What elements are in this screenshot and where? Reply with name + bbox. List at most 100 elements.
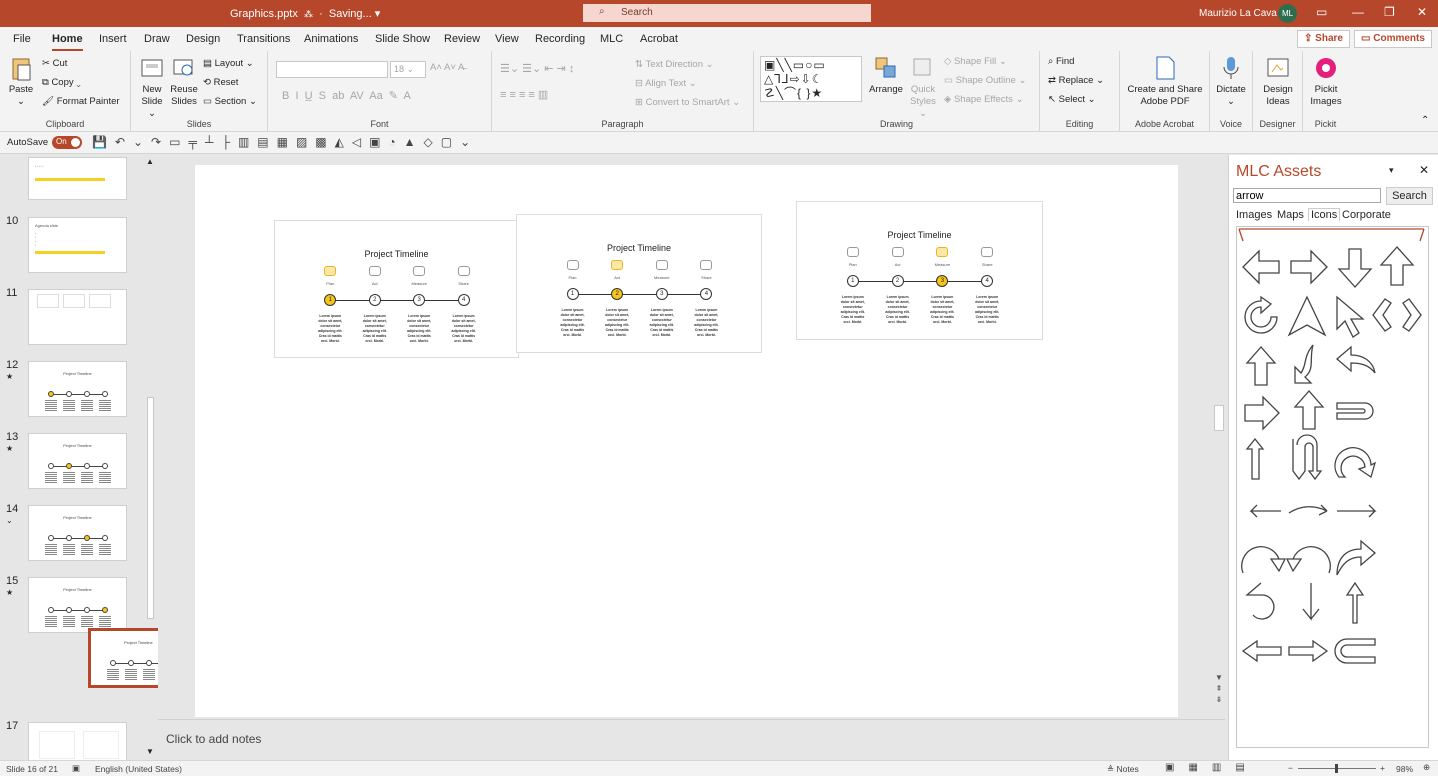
slide-thumbnail-13[interactable]: Project Timeline (28, 433, 127, 489)
layout-button[interactable]: ▤ Layout ⌄ (203, 58, 254, 69)
zoom-level[interactable]: 98% (1396, 764, 1413, 774)
accessibility-icon[interactable]: ▣ (72, 763, 80, 774)
tab-maps[interactable]: Maps (1277, 209, 1304, 221)
list-buttons[interactable]: ☰⌄ ☰⌄ ⇤ ⇥ ↕ (500, 62, 574, 75)
slide-thumbnail-14[interactable]: Project Timeline (28, 505, 127, 561)
thumbnails-scrollbar[interactable]: ▲ ▼ (144, 157, 156, 759)
scroll-up-icon[interactable]: ▲ (146, 157, 154, 166)
section-button[interactable]: ▭ Section ⌄ (203, 96, 257, 107)
select-button[interactable]: ↖ Select ⌄ (1048, 94, 1096, 105)
notes-pane[interactable]: Click to add notes (158, 719, 1225, 760)
tab-home[interactable]: Home (52, 33, 83, 51)
editor-scroll-thumb[interactable] (1214, 405, 1224, 431)
slide-thumbnail-11[interactable] (28, 289, 127, 345)
tab-animations[interactable]: Animations (304, 33, 358, 45)
arrow-icon-set[interactable] (1237, 227, 1428, 747)
tab-corporate[interactable]: Corporate (1342, 209, 1391, 221)
timeline-card[interactable]: Project Timeline Plan 1 Lorem ipsum dolor si… (796, 201, 1043, 340)
notes-placeholder[interactable]: Click to add notes (166, 732, 261, 746)
align-text-button[interactable]: ⊟ Align Text ⌄ (635, 78, 697, 89)
language-status[interactable]: English (United States) (95, 764, 182, 774)
create-share-pdf-button[interactable]: Create and Share Adobe PDF (1124, 55, 1206, 108)
animation-star-icon: ★ (6, 372, 14, 381)
shape-outline-button[interactable]: ▭ Shape Outline ⌄ (944, 75, 1026, 86)
search-box[interactable]: ⌕ Search (583, 4, 871, 22)
slide-thumbnail-15[interactable]: Project Timeline (28, 577, 127, 633)
cut-button[interactable]: ✂ Cut (42, 58, 67, 69)
grow-font-button[interactable]: A˄ A˅ A̶ (430, 62, 464, 73)
timeline-card[interactable]: Project Timeline Plan 1 Lorem ipsum dolor si… (516, 214, 762, 353)
slide-thumbnail-12[interactable]: Project Timeline (28, 361, 127, 417)
format-painter-button[interactable]: 🖌 Format Painter (42, 96, 120, 107)
tab-file[interactable]: File (13, 33, 31, 45)
thumb-dot (102, 607, 108, 613)
tab-transitions[interactable]: Transitions (237, 33, 290, 45)
step-circle: 3 (936, 275, 949, 287)
view-buttons[interactable]: ▣▦▥▤ (1165, 762, 1259, 773)
timeline-card[interactable]: Project Timeline Plan 1 Lorem ipsum dolor si… (274, 220, 519, 358)
font-format-buttons[interactable]: B I U̲ S ab AV Aa ✎ A (282, 89, 411, 102)
collapse-ribbon-icon[interactable]: ⌃ (1421, 115, 1429, 126)
zoom-in-button[interactable]: + (1380, 763, 1385, 773)
tab-icons[interactable]: Icons (1308, 208, 1341, 221)
reset-button[interactable]: ⟲ Reset (203, 77, 238, 88)
copy-button[interactable]: ⧉ Copy ⌄ (42, 77, 81, 88)
pane-options-icon[interactable]: ▾ (1389, 165, 1394, 176)
text-direction-button[interactable]: ⇅ Text Direction ⌄ (635, 59, 714, 70)
assets-search-input[interactable] (1233, 188, 1381, 203)
slide-thumbnail-9[interactable]: • • • • • (28, 157, 127, 200)
pickit-images-button[interactable]: Pickit Images (1305, 55, 1347, 108)
arrange-button[interactable]: Arrange (868, 55, 904, 96)
tab-recording[interactable]: Recording (535, 33, 585, 45)
tab-design[interactable]: Design (186, 33, 220, 45)
step-body-text: Lorem ipsum dolor sit amet, consectetur adi… (840, 295, 865, 324)
restore-icon[interactable]: ❐ (1384, 5, 1395, 19)
new-slide-button[interactable]: New Slide ⌄ (137, 55, 167, 120)
qat-tools[interactable]: 💾↶⌄↷▭╤┴├▥▤▦▨▩◭◁▣◔▲◇▢⌄ (92, 135, 478, 149)
tab-acrobat[interactable]: Acrobat (640, 33, 678, 45)
tab-insert[interactable]: Insert (99, 33, 127, 45)
fit-slide-icon[interactable]: ⊕ (1423, 762, 1430, 773)
convert-smartart-button[interactable]: ⊞ Convert to SmartArt ⌄ (635, 97, 740, 108)
pane-close-icon[interactable]: ✕ (1419, 163, 1429, 177)
paste-button[interactable]: Paste ⌄ (4, 55, 38, 108)
avatar[interactable]: ML (1278, 4, 1297, 23)
timeline-line (330, 300, 464, 301)
slide-thumbnail-17[interactable] (28, 722, 127, 760)
close-icon[interactable]: ✕ (1417, 5, 1427, 19)
tab-slide-show[interactable]: Slide Show (375, 33, 430, 45)
slide-thumbnail-10[interactable]: Agenda slide • • • • (28, 217, 127, 273)
scroll-down-icon[interactable]: ▼ (146, 747, 154, 756)
font-name-select[interactable] (276, 61, 388, 78)
tab-review[interactable]: Review (444, 33, 480, 45)
autosave-toggle[interactable]: On (52, 136, 82, 149)
slide-canvas[interactable]: Project Timeline Plan 1 Lorem ipsum dolor si… (195, 165, 1178, 717)
scroll-thumb[interactable] (147, 397, 154, 619)
editor-scroll-controls[interactable]: ▼ ⇞ ⇟ (1213, 672, 1225, 705)
reuse-slides-button[interactable]: Reuse Slides (169, 55, 199, 108)
find-button[interactable]: ⌕ Find (1048, 56, 1074, 67)
shape-fill-button[interactable]: ◇ Shape Fill ⌄ (944, 56, 1007, 67)
shapes-gallery[interactable]: ▣╲╲▭○▭ △⅂⅃⇨⇩☾ ☡╲⌒{ }★ (760, 56, 862, 102)
design-ideas-button[interactable]: Design Ideas (1257, 55, 1299, 108)
font-size-select[interactable]: 18 ⌄ (390, 61, 426, 78)
zoom-out-button[interactable]: − (1288, 763, 1293, 773)
zoom-slider-thumb[interactable] (1335, 764, 1338, 773)
tab-mlc[interactable]: MLC (600, 33, 623, 45)
tab-images[interactable]: Images (1236, 209, 1272, 221)
dictate-button[interactable]: Dictate ⌄ (1212, 55, 1250, 108)
quick-styles-button[interactable]: Quick Styles ⌄ (906, 55, 940, 120)
step-label: Share (458, 281, 469, 286)
minimize-icon[interactable]: — (1352, 5, 1364, 19)
assets-search-button[interactable]: Search (1386, 187, 1433, 205)
shape-effects-button[interactable]: ◈ Shape Effects ⌄ (944, 94, 1024, 105)
align-buttons[interactable]: ≡ ≡ ≡ ≡ ▥ (500, 88, 548, 101)
replace-button[interactable]: ⇄ Replace ⌄ (1048, 75, 1104, 86)
share-button[interactable]: ⇪ Share (1297, 30, 1350, 48)
thumb-text-block (63, 544, 75, 556)
ribbon-display-icon[interactable]: ▭ (1316, 5, 1327, 19)
comments-button[interactable]: ▭ Comments (1354, 30, 1432, 48)
tab-view[interactable]: View (495, 33, 519, 45)
tab-draw[interactable]: Draw (144, 33, 170, 45)
notes-toggle[interactable]: ≜ Notes (1107, 764, 1139, 775)
